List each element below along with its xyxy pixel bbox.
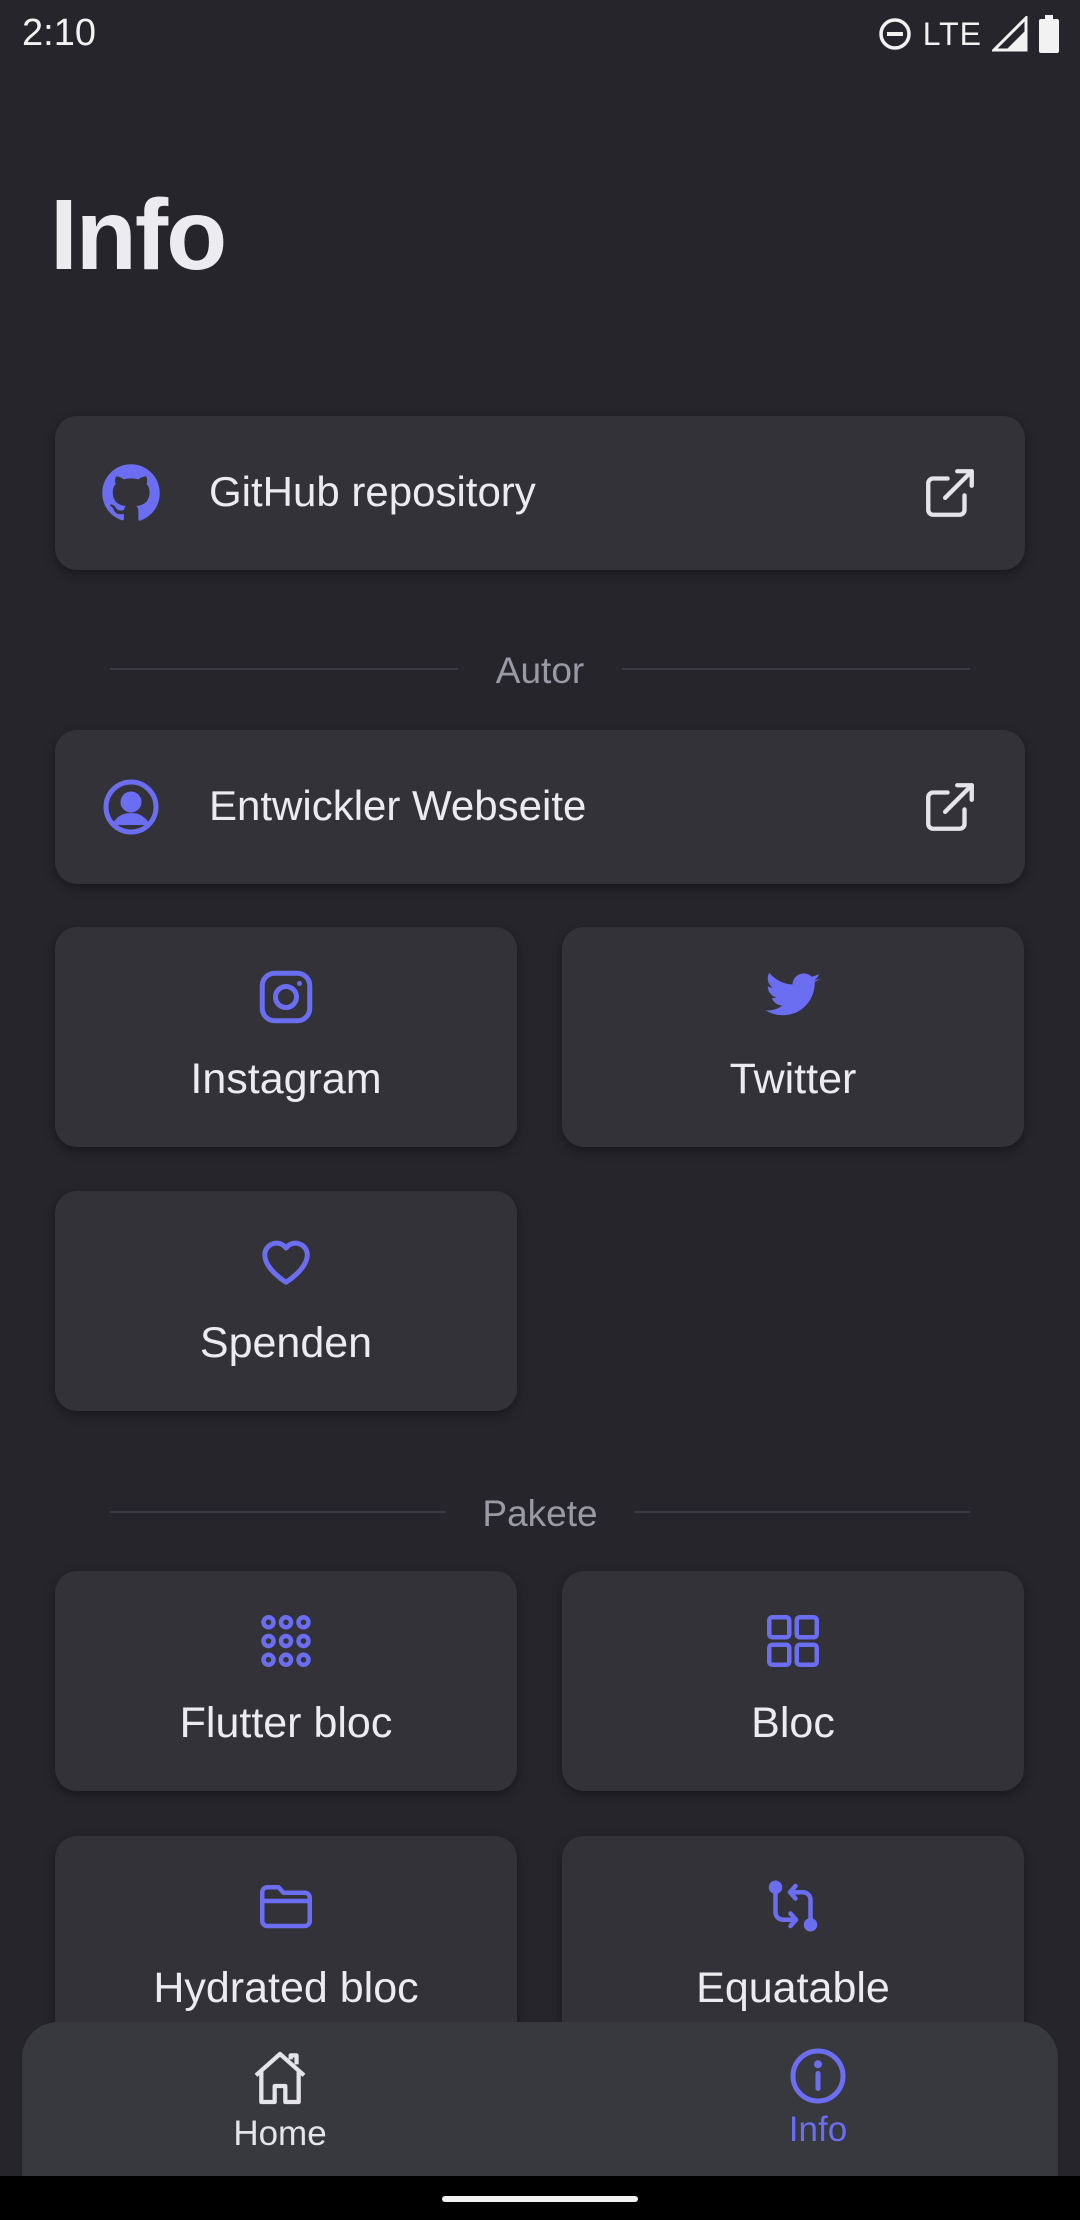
dots-grid-icon	[261, 1615, 311, 1667]
signal-icon	[992, 16, 1028, 52]
nav-info[interactable]: Info	[718, 2046, 918, 2166]
github-icon	[102, 464, 160, 521]
nav-home[interactable]: Home	[180, 2046, 380, 2166]
info-icon	[790, 2048, 846, 2104]
status-time: 2:10	[22, 12, 96, 54]
donate-label: Spenden	[199, 1319, 373, 1367]
page-title: Info	[50, 179, 227, 291]
developer-website-label: Entwickler Webseite	[209, 782, 587, 829]
network-type: LTE	[922, 15, 982, 52]
bloc-tile[interactable]: Bloc	[562, 1571, 1024, 1791]
instagram-icon	[259, 970, 313, 1024]
user-circle-icon	[103, 779, 159, 835]
author-section-label: Autor	[495, 650, 585, 691]
twitter-tile[interactable]: Twitter	[562, 927, 1024, 1147]
do-not-disturb-icon	[878, 18, 911, 50]
donate-tile[interactable]: Spenden	[55, 1191, 517, 1411]
bottom-navigation: Home Info	[22, 2022, 1058, 2180]
equatable-label: Equatable	[696, 1964, 890, 2012]
battery-icon	[1039, 15, 1059, 53]
github-repository-link[interactable]: GitHub repository	[55, 416, 1025, 570]
bloc-label: Bloc	[751, 1699, 835, 1747]
twitter-label: Twitter	[729, 1055, 857, 1103]
packages-section-label: Pakete	[482, 1493, 598, 1534]
status-bar: 2:10 LTE	[0, 0, 1080, 66]
folder-icon	[260, 1885, 312, 1929]
gesture-handle[interactable]	[442, 2196, 638, 2202]
github-repository-label: GitHub repository	[209, 468, 536, 515]
nav-home-label: Home	[233, 2114, 327, 2153]
external-link-icon	[926, 783, 974, 831]
system-navigation-bar	[0, 2176, 1080, 2220]
squares-grid-icon	[767, 1615, 819, 1667]
hydrated-bloc-label: Hydrated bloc	[153, 1964, 419, 2012]
author-section-divider: Autor	[110, 644, 970, 694]
external-link-icon	[926, 469, 974, 517]
developer-website-link[interactable]: Entwickler Webseite	[55, 730, 1025, 884]
flutter-bloc-tile[interactable]: Flutter bloc	[55, 1571, 517, 1791]
nav-info-label: Info	[788, 2110, 848, 2149]
packages-section-divider: Pakete	[110, 1487, 970, 1537]
status-icons: LTE	[877, 14, 1060, 54]
twitter-icon	[765, 972, 821, 1016]
compare-icon	[768, 1880, 818, 1932]
heart-icon	[262, 1240, 310, 1285]
flutter-bloc-label: Flutter bloc	[179, 1699, 393, 1747]
instagram-tile[interactable]: Instagram	[55, 927, 517, 1147]
instagram-label: Instagram	[190, 1055, 382, 1103]
info-screen: 2:10 LTE Info GitHub repository Autor En…	[0, 0, 1080, 2220]
home-icon	[254, 2051, 306, 2105]
